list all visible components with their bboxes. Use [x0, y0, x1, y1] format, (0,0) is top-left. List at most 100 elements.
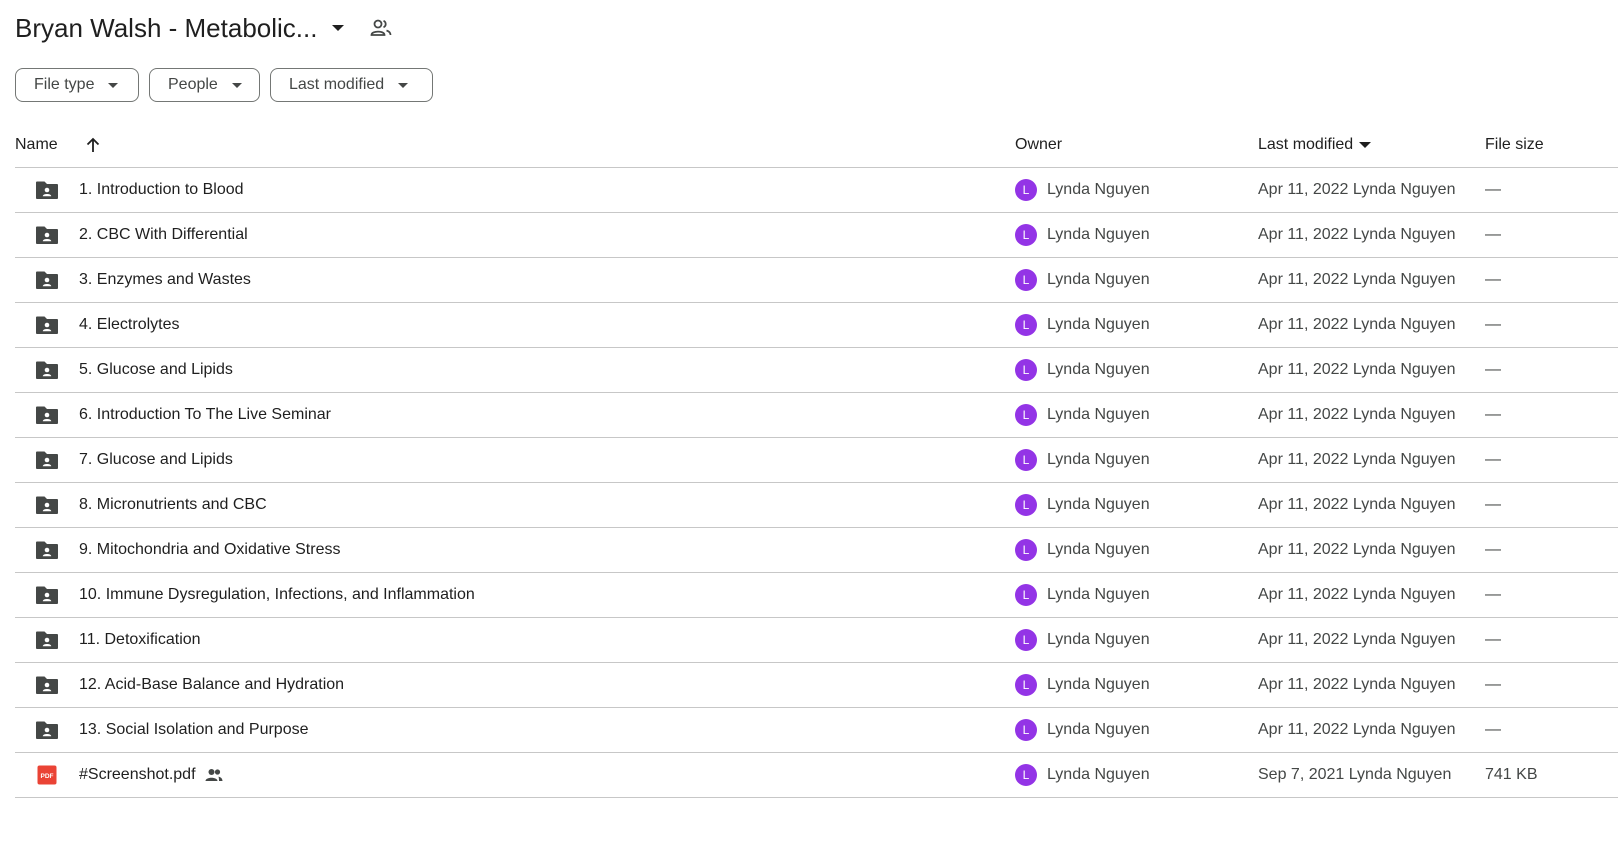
- file-size-cell: —: [1485, 676, 1501, 693]
- arrow-drop-down-icon[interactable]: [327, 17, 349, 39]
- table-row[interactable]: 8. Micronutrients and CBC L Lynda Nguyen Ap…: [15, 483, 1618, 528]
- table-row[interactable]: 11. Detoxification L Lynda Nguyen Apr 11, 2…: [15, 618, 1618, 663]
- owner-cell: L Lynda Nguyen: [1015, 528, 1150, 572]
- file-name[interactable]: 13. Social Isolation and Purpose: [79, 721, 308, 739]
- file-size-cell: —: [1485, 316, 1501, 333]
- column-header-last-modified[interactable]: Last modified: [1258, 122, 1372, 167]
- column-header-file-size[interactable]: File size: [1485, 122, 1544, 167]
- shared-folder-icon: [34, 213, 60, 257]
- file-name[interactable]: 8. Micronutrients and CBC: [79, 496, 267, 514]
- file-size-cell: —: [1485, 721, 1501, 738]
- avatar: L: [1015, 719, 1037, 741]
- file-name[interactable]: #Screenshot.pdf: [79, 766, 196, 784]
- shared-folder-icon: [34, 258, 60, 302]
- file-name-cell: 13. Social Isolation and Purpose: [79, 708, 308, 752]
- avatar: L: [1015, 539, 1037, 561]
- file-name[interactable]: 5. Glucose and Lipids: [79, 361, 233, 379]
- avatar: L: [1015, 449, 1037, 471]
- file-name-cell: 10. Immune Dysregulation, Infections, an…: [79, 573, 475, 617]
- owner-name: Lynda Nguyen: [1047, 226, 1150, 243]
- file-name[interactable]: 12. Acid-Base Balance and Hydration: [79, 676, 344, 694]
- file-name-cell: 7. Glucose and Lipids: [79, 438, 233, 482]
- shared-folder-icon: [34, 573, 60, 617]
- table-row[interactable]: 7. Glucose and Lipids L Lynda Nguyen Apr 11…: [15, 438, 1618, 483]
- file-size-cell: —: [1485, 361, 1501, 378]
- file-list-header: Name Owner Last modified File size: [15, 122, 1618, 168]
- file-name[interactable]: 11. Detoxification: [79, 631, 201, 649]
- last-modified-cell: Apr 11, 2022 Lynda Nguyen: [1258, 586, 1456, 603]
- file-type-filter[interactable]: File type: [15, 68, 139, 102]
- table-row[interactable]: 12. Acid-Base Balance and Hydration L Lynd…: [15, 663, 1618, 708]
- table-row[interactable]: PDF #Screenshot.pdf L Lynda Nguyen Sep 7, 20…: [15, 753, 1618, 798]
- table-row[interactable]: 1. Introduction to Blood L Lynda Nguyen Apr…: [15, 168, 1618, 213]
- table-row[interactable]: 2. CBC With Differential L Lynda Nguyen Apr…: [15, 213, 1618, 258]
- file-name[interactable]: 6. Introduction To The Live Seminar: [79, 406, 331, 424]
- file-name-cell: 1. Introduction to Blood: [79, 168, 244, 212]
- file-name[interactable]: 9. Mitochondria and Oxidative Stress: [79, 541, 340, 559]
- table-row[interactable]: 10. Immune Dysregulation, Infections, an…: [15, 573, 1618, 618]
- shared-folder-icon: [34, 528, 60, 572]
- avatar: L: [1015, 179, 1037, 201]
- owner-cell: L Lynda Nguyen: [1015, 618, 1150, 662]
- people-icon[interactable]: [369, 16, 393, 40]
- avatar: L: [1015, 494, 1037, 516]
- arrow-drop-down-icon: [1359, 141, 1372, 148]
- last-modified-filter-label: Last modified: [289, 76, 385, 93]
- file-name-cell: 12. Acid-Base Balance and Hydration: [79, 663, 344, 707]
- file-name[interactable]: 2. CBC With Differential: [79, 226, 248, 244]
- table-row[interactable]: 5. Glucose and Lipids L Lynda Nguyen Apr 11…: [15, 348, 1618, 393]
- last-modified-cell: Apr 11, 2022 Lynda Nguyen: [1258, 676, 1456, 693]
- shared-folder-icon: [34, 663, 60, 707]
- last-modified-cell: Apr 11, 2022 Lynda Nguyen: [1258, 181, 1456, 198]
- avatar: L: [1015, 764, 1037, 786]
- table-row[interactable]: 4. Electrolytes L Lynda Nguyen Apr 11, 2022…: [15, 303, 1618, 348]
- owner-cell: L Lynda Nguyen: [1015, 663, 1150, 707]
- people-icon: [205, 768, 223, 782]
- file-size-cell: —: [1485, 496, 1501, 513]
- folder-title[interactable]: Bryan Walsh - Metabolic...: [15, 13, 317, 44]
- file-size-cell: 741 KB: [1485, 766, 1538, 783]
- avatar: L: [1015, 404, 1037, 426]
- arrow-upward-icon[interactable]: [83, 122, 103, 167]
- avatar: L: [1015, 269, 1037, 291]
- owner-name: Lynda Nguyen: [1047, 181, 1150, 198]
- file-name[interactable]: 3. Enzymes and Wastes: [79, 271, 251, 289]
- owner-cell: L Lynda Nguyen: [1015, 348, 1150, 392]
- avatar: L: [1015, 359, 1037, 381]
- shared-folder-icon: [34, 483, 60, 527]
- owner-cell: L Lynda Nguyen: [1015, 483, 1150, 527]
- last-modified-filter[interactable]: Last modified: [270, 68, 433, 102]
- file-name[interactable]: 7. Glucose and Lipids: [79, 451, 233, 469]
- file-name[interactable]: 4. Electrolytes: [79, 316, 179, 334]
- arrow-drop-down-icon: [108, 80, 119, 90]
- file-name[interactable]: 10. Immune Dysregulation, Infections, an…: [79, 586, 475, 604]
- table-row[interactable]: 6. Introduction To The Live Seminar L Lynd…: [15, 393, 1618, 438]
- table-row[interactable]: 13. Social Isolation and Purpose L Lynda N…: [15, 708, 1618, 753]
- owner-cell: L Lynda Nguyen: [1015, 708, 1150, 752]
- file-size-cell: —: [1485, 631, 1501, 648]
- avatar: L: [1015, 224, 1037, 246]
- shared-folder-icon: [34, 303, 60, 347]
- owner-name: Lynda Nguyen: [1047, 271, 1150, 288]
- avatar: L: [1015, 674, 1037, 696]
- owner-cell: L Lynda Nguyen: [1015, 168, 1150, 212]
- shared-folder-icon: [34, 393, 60, 437]
- column-header-last-modified-label: Last modified: [1258, 135, 1354, 153]
- people-filter[interactable]: People: [149, 68, 260, 102]
- avatar: L: [1015, 584, 1037, 606]
- arrow-drop-down-icon: [398, 80, 409, 90]
- table-row[interactable]: 9. Mitochondria and Oxidative Stress L Lyn…: [15, 528, 1618, 573]
- last-modified-cell: Apr 11, 2022 Lynda Nguyen: [1258, 226, 1456, 243]
- file-type-filter-label: File type: [34, 76, 95, 93]
- column-header-owner[interactable]: Owner: [1015, 122, 1062, 167]
- column-header-name[interactable]: Name: [15, 122, 58, 167]
- file-name[interactable]: 1. Introduction to Blood: [79, 181, 244, 199]
- shared-folder-icon: [34, 168, 60, 212]
- owner-name: Lynda Nguyen: [1047, 676, 1150, 693]
- file-size-cell: —: [1485, 226, 1501, 243]
- file-list: Name Owner Last modified File size 1. In…: [15, 122, 1618, 798]
- table-row[interactable]: 3. Enzymes and Wastes L Lynda Nguyen Apr 11…: [15, 258, 1618, 303]
- owner-cell: L Lynda Nguyen: [1015, 393, 1150, 437]
- folder-title-bar: Bryan Walsh - Metabolic...: [15, 8, 393, 48]
- file-size-cell: —: [1485, 406, 1501, 423]
